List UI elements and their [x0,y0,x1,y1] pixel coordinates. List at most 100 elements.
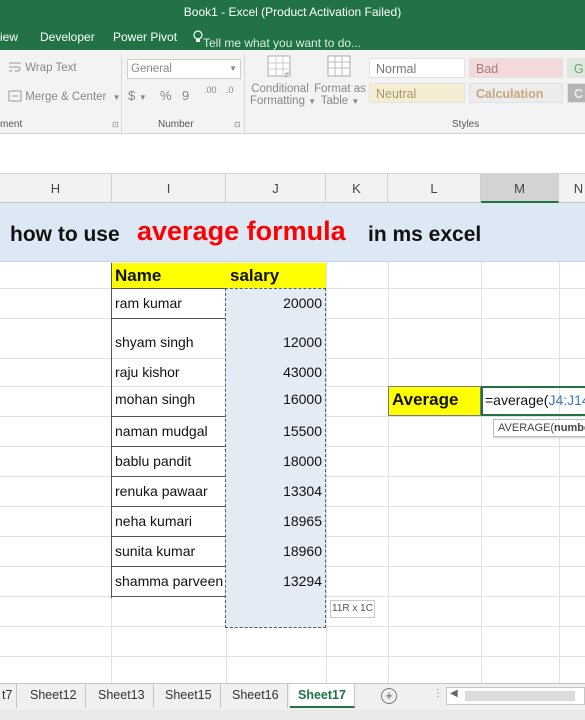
tab-developer[interactable]: Developer [40,30,95,44]
title-bar: Book1 - Excel (Product Activation Failed… [0,0,585,24]
column-header-n[interactable]: N [559,174,585,203]
column-headers: H I J K L M N [0,174,585,203]
style-check[interactable]: C [567,83,585,103]
name-cell[interactable]: sunita kumar [115,543,195,559]
name-cell[interactable]: bablu pandit [115,453,191,469]
svg-text:≠: ≠ [284,70,290,80]
plus-circle-icon: + [381,688,397,704]
salary-cell[interactable]: 13304 [226,483,322,499]
tab-power-pivot[interactable]: Power Pivot [113,30,177,44]
styles-group-label: Styles [452,119,480,130]
wrap-text-button[interactable]: Wrap Text [8,61,77,74]
column-header-j[interactable]: J [226,174,326,203]
banner-text-post: in ms excel [368,223,482,246]
salary-cell[interactable]: 12000 [226,334,322,350]
salary-cell[interactable]: 15500 [226,423,322,439]
format-as-table-line2: Table ▼ [320,95,360,107]
sheet-tab[interactable]: Sheet13 [90,684,154,708]
column-header-k[interactable]: K [326,174,388,203]
chevron-down-icon: ▼ [229,64,237,73]
format-as-table-button[interactable]: Format as Table ▼ [314,54,366,107]
style-normal[interactable]: Normal [369,58,465,78]
increase-decimal-label: .00 [204,85,217,95]
wrap-text-icon [9,62,21,72]
scroll-left-icon[interactable]: ◀ [450,688,458,699]
tooltip-argument: number1 [554,422,585,434]
header-cell-salary[interactable]: salary [226,263,326,288]
add-sheet-button[interactable]: + [374,686,404,708]
number-format-value: General [131,63,172,75]
tell-me-search[interactable]: Tell me what you want to do... [193,30,361,50]
sheet-tab[interactable]: Sheet16 [224,684,288,708]
format-as-table-line1: Format as [314,83,366,95]
number-format-dropdown[interactable]: General ▼ [127,59,241,79]
active-cell-formula[interactable]: =average(J4:J14 [481,386,585,416]
decrease-decimal-label: .0 [226,85,234,95]
style-bad[interactable]: Bad [469,58,563,78]
column-header-h[interactable]: H [0,174,112,203]
style-good[interactable]: G [567,58,585,78]
conditional-formatting-button[interactable]: ≠ Conditional Formatting ▼ [250,54,316,107]
column-header-i[interactable]: I [112,174,226,203]
style-neutral[interactable]: Neutral [369,83,465,103]
wrap-text-label: Wrap Text [25,62,77,74]
percent-button[interactable]: % [160,88,172,103]
salary-cell[interactable]: 18000 [226,453,322,469]
sheet-tab[interactable]: Sheet15 [157,684,221,708]
name-cell[interactable]: ram kumar [115,295,182,311]
comma-button[interactable]: 9 [182,88,189,103]
merge-center-button[interactable]: Merge & Center ▼ [8,90,121,103]
currency-button[interactable]: $ ▼ [128,88,147,103]
window-title: Book1 - Excel (Product Activation Failed… [183,5,402,19]
dialog-launcher-icon[interactable]: ⊡ [234,120,241,129]
alignment-group-label: ment [0,119,23,130]
conditional-formatting-line1: Conditional [251,83,309,95]
tab-view[interactable]: iew [0,30,18,44]
scrollbar-thumb[interactable] [465,691,575,701]
cell-grid[interactable]: how to use average formula in ms excel N… [0,203,585,683]
merge-icon [8,90,22,102]
salary-cell[interactable]: 16000 [226,391,322,407]
chevron-down-icon[interactable]: ▼ [113,93,121,102]
sheet-tab-bar: t7 Sheet12 Sheet13 Sheet15 Sheet16 Sheet… [0,683,585,710]
sheet-tab[interactable]: t7 [0,684,18,708]
average-label-cell[interactable]: Average [388,386,481,416]
column-header-m[interactable]: M [481,174,559,203]
horizontal-scrollbar[interactable]: ◀ [446,687,585,705]
ribbon: Wrap Text Merge & Center ▼ ment ⊡ Genera… [0,50,585,134]
name-cell[interactable]: raju kishor [115,364,180,380]
banner-text-highlight: average formula [137,216,346,246]
salary-cell[interactable]: 18965 [226,513,322,529]
salary-cell[interactable]: 18960 [226,543,322,559]
name-cell[interactable]: naman mudgal [115,423,208,439]
dialog-launcher-icon[interactable]: ⊡ [112,120,119,129]
name-cell[interactable]: neha kumari [115,513,192,529]
ribbon-tabs: iew Developer Power Pivot Tell me what y… [0,24,585,50]
name-cell[interactable]: mohan singh [115,391,195,407]
banner-text-pre: how to use [10,223,120,246]
formula-bar-area [0,134,585,174]
sheet-tab[interactable]: Sheet12 [22,684,86,708]
salary-cell[interactable]: 13294 [226,573,322,589]
formula-range-ref: J4:J14 [548,392,585,408]
title-banner: how to use average formula in ms excel [0,203,585,262]
function-tooltip[interactable]: AVERAGE(number1 [493,419,585,437]
tooltip-function: AVERAGE( [498,422,555,434]
currency-symbol: $ [128,88,136,103]
sheet-tab-active[interactable]: Sheet17 [290,684,355,708]
name-cell[interactable]: shamma parveen [115,573,223,589]
increase-decimal-button[interactable]: .00 [204,86,217,95]
column-header-l[interactable]: L [388,174,481,203]
decrease-decimal-button[interactable]: .0 [226,86,234,95]
salary-cell[interactable]: 43000 [226,364,322,380]
status-bar [0,710,585,720]
name-cell[interactable]: shyam singh [115,334,194,350]
lightbulb-icon [193,30,203,42]
salary-cell[interactable]: 20000 [226,295,322,311]
name-cell[interactable]: renuka pawaar [115,483,208,499]
format-table-icon [327,55,351,77]
conditional-formatting-icon: ≠ [267,55,291,81]
style-calculation[interactable]: Calculation [469,83,563,103]
tell-me-text: Tell me what you want to do... [203,36,362,50]
selection-size-tooltip: 11R x 1C [330,600,375,618]
